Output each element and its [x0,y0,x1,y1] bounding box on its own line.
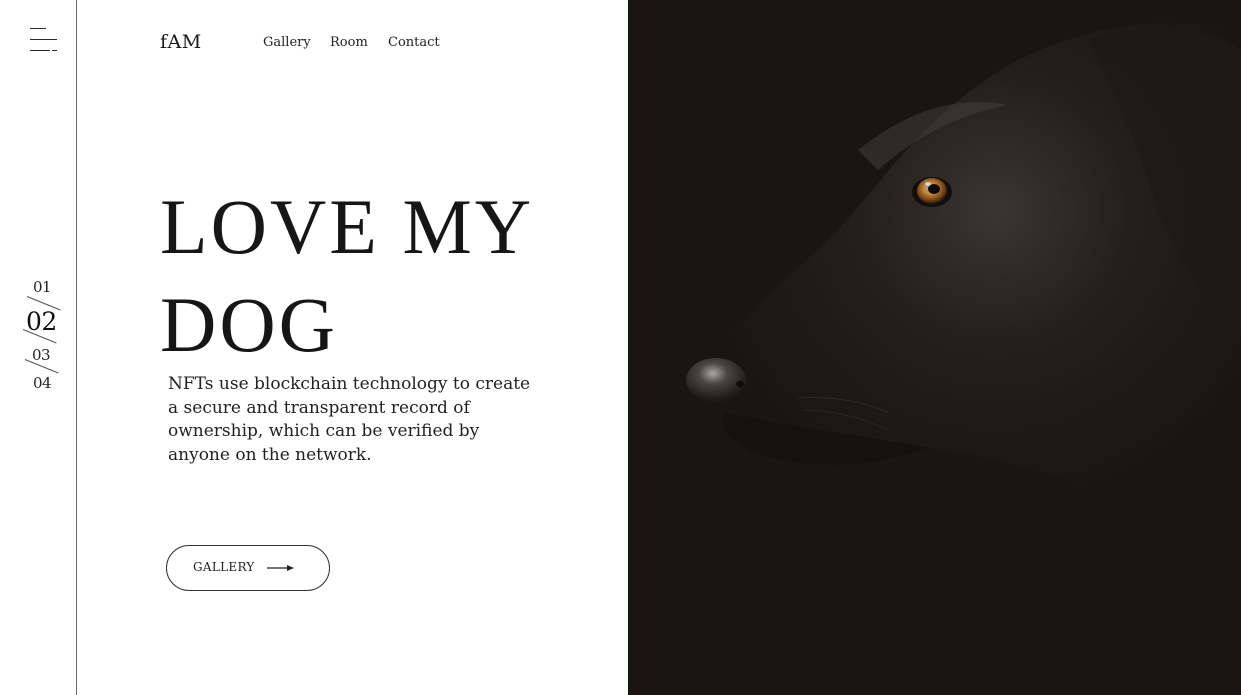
arrow-right-icon [267,565,294,571]
gallery-cta-button[interactable]: GALLERY [166,545,330,591]
hero-description: NFTs use blockchain technology to create… [168,374,531,466]
dog-photo [628,0,1241,695]
gallery-cta-label: GALLERY [193,560,255,574]
left-rail: 01 02 03 04 [0,0,77,695]
slide-pager: 01 02 03 04 [22,278,66,398]
hero-title: LOVE MY DOG [160,183,532,368]
pager-item-04[interactable]: 04 [33,374,52,392]
pager-item-01[interactable]: 01 [33,278,52,296]
pager-item-03[interactable]: 03 [32,346,51,364]
dog-portrait-image [628,0,1241,695]
nav-link-gallery[interactable]: Gallery [263,35,311,50]
brand-logo[interactable]: fAM [160,31,202,53]
hamburger-menu-icon[interactable] [30,28,57,52]
nav-link-contact[interactable]: Contact [388,35,440,50]
nav-link-room[interactable]: Room [330,35,368,50]
